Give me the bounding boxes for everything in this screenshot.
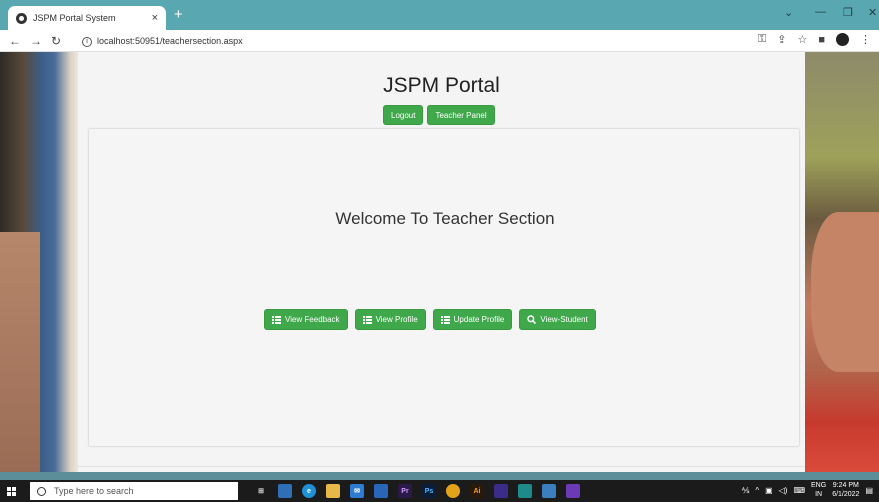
reload-icon[interactable]: ↻ — [51, 34, 61, 48]
teacher-section-panel: Welcome To Teacher Section View Feedback… — [88, 128, 800, 447]
app-icon[interactable] — [542, 484, 556, 498]
vs-code-icon[interactable] — [566, 484, 580, 498]
footer-divider — [78, 466, 805, 467]
tab-title: JSPM Portal System — [33, 13, 116, 23]
profile-avatar-icon[interactable] — [836, 33, 849, 46]
store-icon[interactable] — [374, 484, 388, 498]
chevron-up-icon[interactable]: ^ — [755, 486, 759, 495]
background-photo-right — [805, 52, 879, 472]
url-field[interactable]: i localhost:50951/teachersection.aspx — [82, 33, 243, 49]
welcome-heading: Welcome To Teacher Section — [335, 209, 555, 228]
back-arrow-icon[interactable]: ← — [9, 34, 21, 48]
logout-button[interactable]: Logout — [383, 105, 424, 125]
task-view-icon[interactable]: ⊞ — [254, 484, 268, 498]
minimize-button[interactable]: — — [815, 6, 826, 18]
menu-dots-icon[interactable]: ⋮ — [860, 33, 871, 46]
browser-tab[interactable]: JSPM Portal System × — [8, 6, 166, 30]
search-icon — [527, 315, 537, 324]
update-profile-label: Update Profile — [453, 315, 505, 324]
language-label: ENG — [811, 482, 827, 489]
windows-start-icon[interactable] — [2, 480, 20, 502]
view-profile-label: View Profile — [375, 315, 418, 324]
cortana-circle-icon — [37, 486, 46, 496]
site-info-icon[interactable]: i — [82, 36, 92, 47]
keyboard-icon[interactable]: ⌨ — [793, 486, 805, 495]
new-tab-button[interactable]: + — [174, 6, 183, 24]
people-icon[interactable]: ⅍ — [742, 486, 750, 495]
file-explorer-icon[interactable] — [326, 484, 340, 498]
update-profile-button[interactable]: Update Profile — [432, 309, 513, 330]
taskbar-search-box[interactable]: Type here to search — [30, 482, 238, 500]
page-container: JSPM Portal Logout Teacher Panel Welcome… — [78, 52, 805, 472]
app-icon[interactable] — [278, 484, 292, 498]
view-student-label: View-Student — [540, 315, 588, 324]
chrome-icon[interactable] — [446, 484, 460, 498]
list-icon — [440, 315, 450, 324]
tab-square-icon[interactable]: ■ — [818, 34, 825, 46]
chrome-profile-icon[interactable] — [518, 484, 532, 498]
illustrator-icon[interactable]: Ai — [470, 484, 484, 498]
list-icon — [362, 315, 372, 324]
share-icon[interactable]: ⇪ — [777, 33, 786, 46]
background-photo-left — [0, 52, 78, 472]
tab-close-icon[interactable]: × — [152, 12, 158, 24]
network-icon[interactable]: ▣ — [765, 486, 773, 495]
maximize-button[interactable]: ❐ — [843, 6, 853, 19]
url-text: localhost:50951/teachersection.aspx — [97, 36, 243, 46]
mail-icon[interactable]: ✉ — [350, 484, 364, 498]
edge-browser-icon[interactable]: e — [302, 484, 316, 498]
volume-icon[interactable]: ◁) — [779, 486, 788, 495]
taskbar-search-placeholder: Type here to search — [54, 486, 134, 496]
clock-time: 9:24 PM — [832, 482, 859, 489]
teacher-panel-button[interactable]: Teacher Panel — [427, 105, 495, 125]
key-icon[interactable]: ⚿ — [758, 33, 766, 46]
visual-studio-icon[interactable] — [494, 484, 508, 498]
view-profile-button[interactable]: View Profile — [354, 309, 426, 330]
clock-date: 6/1/2022 — [832, 491, 860, 498]
close-window-button[interactable]: ✕ — [868, 6, 877, 19]
system-tray: ⅍ ^ ▣ ◁) ⌨ ENG IN 9:24 PM 6/1/2022 ▤ — [742, 481, 873, 499]
tab-search-chevron-icon[interactable]: ⌄ — [784, 6, 793, 19]
clock[interactable]: 9:24 PM 6/1/2022 — [832, 481, 859, 499]
address-bar: ← → ↻ i localhost:50951/teachersection.as… — [0, 30, 879, 52]
language-indicator[interactable]: ENG IN — [811, 481, 826, 499]
view-feedback-button[interactable]: View Feedback — [264, 309, 348, 330]
bookmark-star-icon[interactable]: ☆ — [797, 33, 807, 46]
photoshop-icon[interactable]: Ps — [422, 484, 436, 498]
list-icon — [272, 315, 281, 324]
premiere-pro-icon[interactable]: Pr — [398, 484, 412, 498]
view-student-button[interactable]: View-Student — [519, 309, 596, 330]
site-favicon-icon — [16, 12, 27, 24]
notifications-icon[interactable]: ▤ — [865, 486, 873, 495]
forward-arrow-icon[interactable]: → — [30, 34, 42, 48]
view-feedback-label: View Feedback — [285, 315, 340, 324]
taskbar-apps: ⊞ e ✉ Pr Ps Ai — [254, 484, 580, 498]
region-label: IN — [815, 491, 823, 498]
page-title: JSPM Portal — [383, 74, 500, 97]
browser-tab-strip: JSPM Portal System × + ⌄ — ❐ ✕ — [0, 0, 879, 30]
